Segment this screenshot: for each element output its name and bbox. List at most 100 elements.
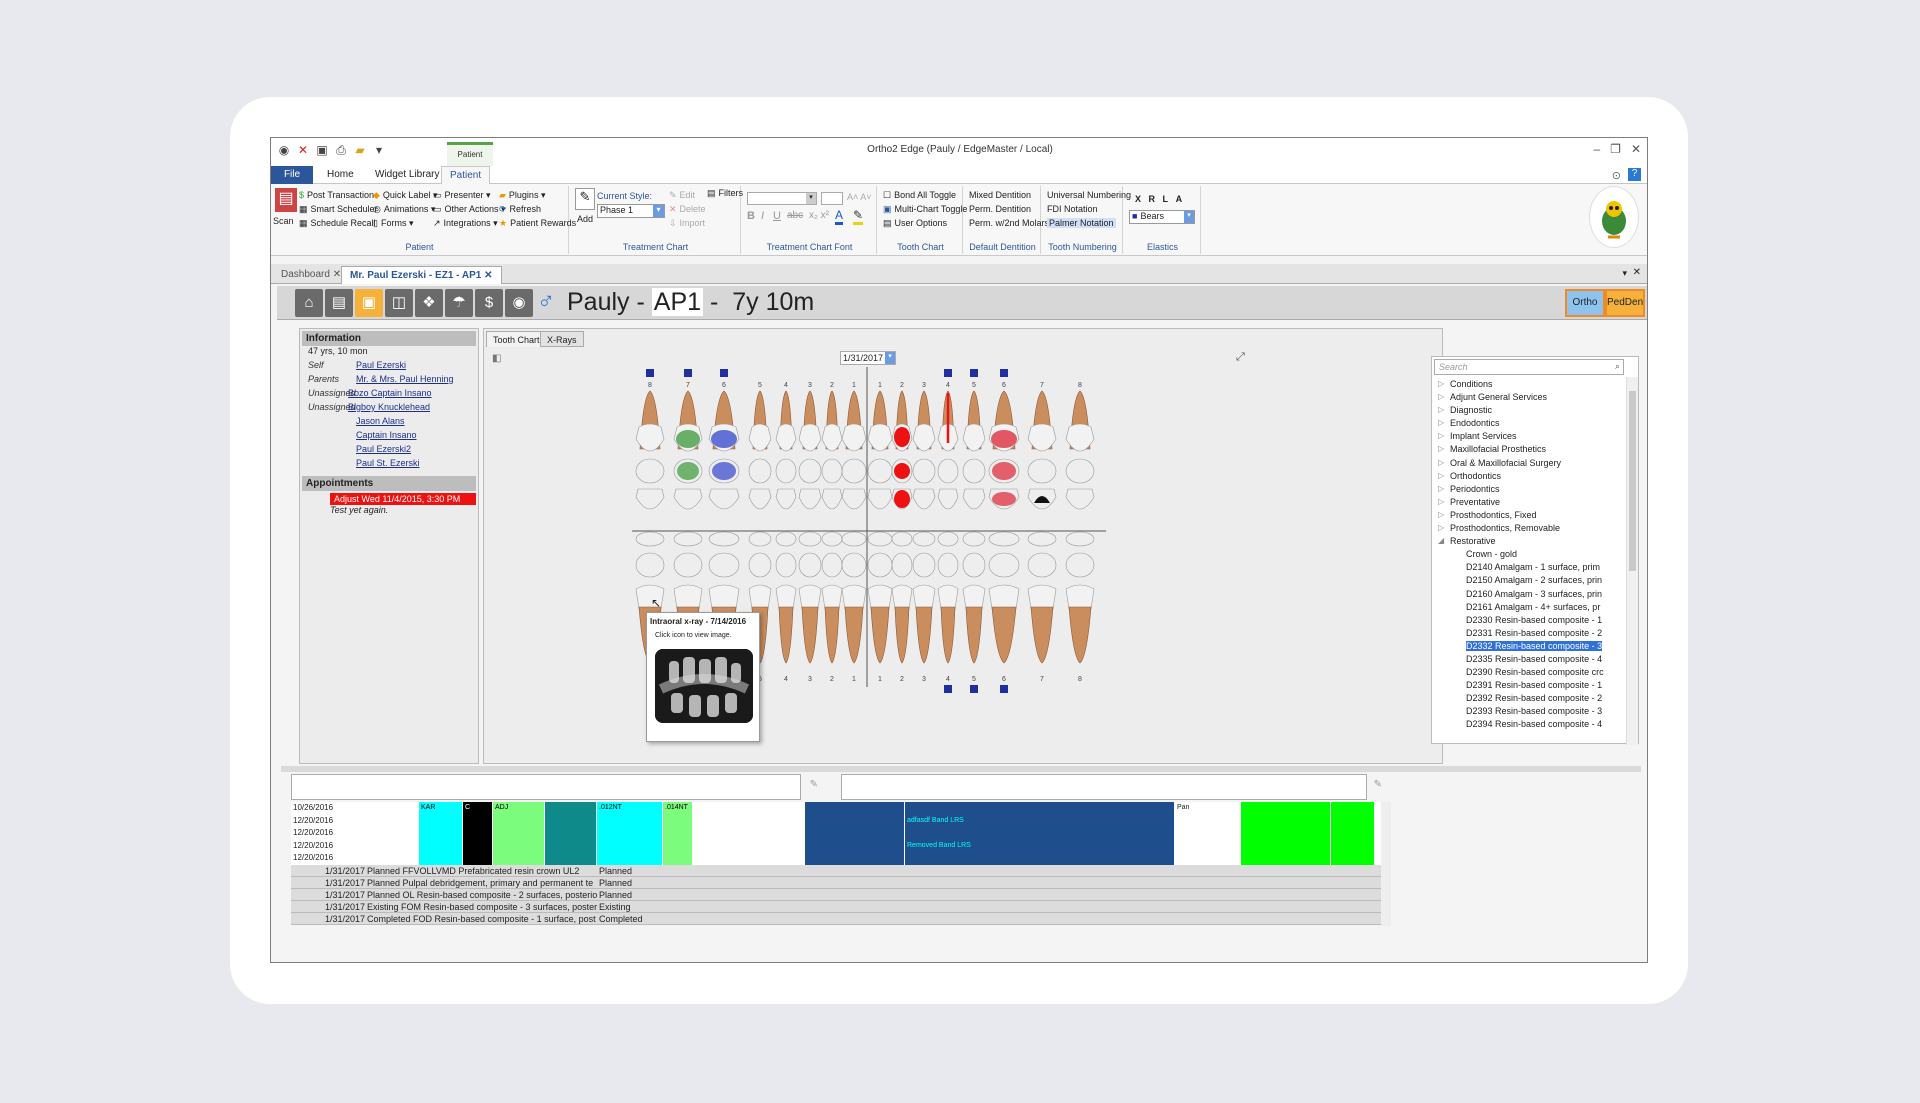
lower-tooth[interactable] — [1027, 531, 1057, 664]
treatment-row[interactable]: 1/31/2017 Planned FFVOLLVMD Prefabricated… — [291, 865, 1381, 877]
tree-node[interactable]: ▷ Diagnostic — [1436, 405, 1620, 418]
document-icon[interactable]: ▤ — [325, 289, 353, 317]
expand-icon[interactable]: ⤢ — [1236, 351, 1245, 364]
smart-scheduler-button[interactable]: ▦ Smart Scheduler — [299, 204, 378, 215]
grid-cell[interactable] — [1241, 814, 1331, 827]
filters-button[interactable]: ▤ Filters — [707, 188, 743, 199]
lower-tooth[interactable] — [798, 531, 822, 664]
elastic-x[interactable]: X — [1135, 194, 1141, 204]
fdi-notation-option[interactable]: FDI Notation — [1047, 204, 1098, 214]
tab-tooth-chart[interactable]: Tooth Chart — [486, 331, 547, 347]
grid-cell[interactable]: 12/20/2016 — [291, 839, 419, 852]
grid-cell[interactable] — [663, 827, 693, 840]
universal-numbering-option[interactable]: Universal Numbering — [1047, 190, 1131, 200]
bracket-marker-icon[interactable] — [944, 685, 952, 693]
bracket-marker-icon[interactable] — [1000, 369, 1008, 377]
lower-tooth[interactable] — [1065, 531, 1095, 664]
bracket-marker-icon[interactable] — [944, 369, 952, 377]
tree-child-node[interactable]: D2391 Resin-based composite - 1 — [1436, 680, 1620, 693]
tree-child-node[interactable]: D2392 Resin-based composite - 2 — [1436, 693, 1620, 706]
chart-page-icon[interactable]: ▣ — [355, 289, 383, 317]
tree-node[interactable]: ▷ Orthodontics — [1436, 471, 1620, 484]
lower-tooth[interactable] — [867, 531, 893, 664]
presenter-button[interactable]: ▭ Presenter ▾ — [433, 190, 491, 201]
treatment-row[interactable]: 1/31/2017 Planned OL Resin-based composit… — [291, 889, 1381, 901]
tree-scrollbar[interactable] — [1626, 377, 1638, 745]
tree-child-node[interactable]: D2150 Amalgam - 2 surfaces, prin — [1436, 575, 1620, 588]
bracket-marker-icon[interactable] — [720, 369, 728, 377]
grid-cell[interactable] — [1175, 827, 1241, 840]
tree-child-node[interactable]: D2161 Amalgam - 4+ surfaces, pr — [1436, 602, 1620, 615]
collapsed-arrow-icon[interactable]: ▷ — [1438, 458, 1444, 467]
tree-node[interactable]: ◢ Restorative — [1436, 536, 1620, 549]
upper-tooth[interactable] — [708, 390, 740, 510]
collapse-ribbon-icon[interactable]: ⊙ — [1612, 169, 1621, 182]
bracket-marker-icon[interactable] — [646, 369, 654, 377]
grid-cell[interactable]: 10/26/2016 — [291, 802, 419, 815]
upper-tooth[interactable] — [748, 390, 772, 510]
treatment-row[interactable]: 1/31/2017 Existing FOM Resin-based compos… — [291, 901, 1381, 913]
grid-cell[interactable] — [693, 839, 805, 852]
elastic-a[interactable]: A — [1176, 194, 1183, 204]
tooth-record-icon[interactable]: ◫ — [385, 289, 413, 317]
ortho-button[interactable]: Ortho — [1565, 289, 1605, 317]
tab-file[interactable]: File — [271, 166, 313, 184]
treatment-row[interactable]: 1/31/2017 Planned Pulpal debridgement, pr… — [291, 877, 1381, 889]
grid-cell[interactable] — [1175, 839, 1241, 852]
grid-cell[interactable]: Removed Band LRS — [905, 839, 1175, 852]
tree-node[interactable]: ▷ Periodontics — [1436, 484, 1620, 497]
grid-cell[interactable] — [1241, 852, 1331, 865]
tab-widget-library[interactable]: Widget Library — [367, 166, 447, 184]
grid-cell[interactable]: .012NT — [597, 802, 663, 815]
scan-icon[interactable]: ▤ — [275, 188, 297, 212]
import-button[interactable]: ⇩ Import — [669, 218, 705, 229]
chart-date-select[interactable]: 1/31/2017 ▾ — [840, 351, 896, 365]
upper-tooth[interactable] — [841, 390, 867, 510]
upper-tooth[interactable] — [1027, 390, 1057, 510]
edit-notes-icon[interactable]: ✎ — [810, 779, 818, 790]
notes-field-right[interactable]: ✎ — [841, 774, 1382, 800]
tree-child-node[interactable]: D2332 Resin-based composite - 3 — [1436, 640, 1620, 654]
collapsed-arrow-icon[interactable]: ▷ — [1438, 484, 1444, 493]
elastic-l[interactable]: L — [1163, 194, 1169, 204]
tab-home[interactable]: Home — [319, 166, 362, 184]
tab-xrays[interactable]: X-Rays — [540, 331, 584, 347]
grid-cell[interactable]: adfasdf Band LRS — [905, 814, 1175, 827]
grid-cell[interactable] — [463, 852, 493, 865]
grid-cell[interactable] — [663, 839, 693, 852]
grid-row[interactable]: 12/20/2016 Removed Band LRS — [291, 839, 1381, 852]
tree-child-node[interactable]: D2140 Amalgam - 1 surface, prim — [1436, 562, 1620, 575]
relation-link[interactable]: Bigboy Knucklehead — [348, 402, 430, 412]
tree-child-node[interactable]: D2393 Resin-based composite - 3 — [1436, 706, 1620, 719]
help-icon[interactable]: ? — [1628, 168, 1641, 181]
collapsed-arrow-icon[interactable]: ▷ — [1438, 444, 1444, 453]
grid-cell[interactable] — [545, 802, 597, 815]
camera-icon[interactable]: ◉ — [505, 289, 533, 317]
upper-tooth[interactable] — [775, 390, 797, 510]
grid-cell[interactable] — [493, 827, 545, 840]
tree-child-node[interactable]: D2335 Resin-based composite - 4 — [1436, 654, 1620, 667]
grid-cell[interactable] — [693, 852, 805, 865]
lower-tooth[interactable] — [988, 531, 1020, 664]
highlight-icon[interactable]: ✎ — [853, 208, 864, 225]
grid-cell[interactable] — [1331, 852, 1375, 865]
upper-tooth[interactable] — [1065, 390, 1095, 510]
bracket-marker-icon[interactable] — [970, 369, 978, 377]
grid-cell[interactable]: 12/20/2016 — [291, 852, 419, 865]
plugins-button[interactable]: ▰ Plugins ▾ — [499, 190, 545, 201]
grid-cell[interactable] — [805, 814, 905, 827]
tab-patient-record[interactable]: Mr. Paul Ezerski - EZ1 - AP1 ✕ — [341, 266, 502, 284]
close-icon[interactable]: ✕ — [484, 270, 492, 281]
collapsed-arrow-icon[interactable]: ▷ — [1438, 523, 1444, 532]
lower-tooth[interactable] — [891, 531, 913, 664]
bold-icon[interactable]: B — [747, 210, 755, 222]
close-icon[interactable]: ✕ — [1631, 142, 1641, 156]
grid-cell[interactable] — [545, 839, 597, 852]
grid-cell[interactable] — [693, 827, 805, 840]
edit-notes-icon[interactable]: ✎ — [1374, 779, 1382, 790]
grid-cell[interactable] — [905, 802, 1175, 815]
grid-cell[interactable] — [463, 827, 493, 840]
grid-cell[interactable] — [419, 814, 463, 827]
lower-tooth[interactable] — [937, 531, 959, 664]
refresh-button[interactable]: ⟳ Refresh — [499, 204, 541, 215]
